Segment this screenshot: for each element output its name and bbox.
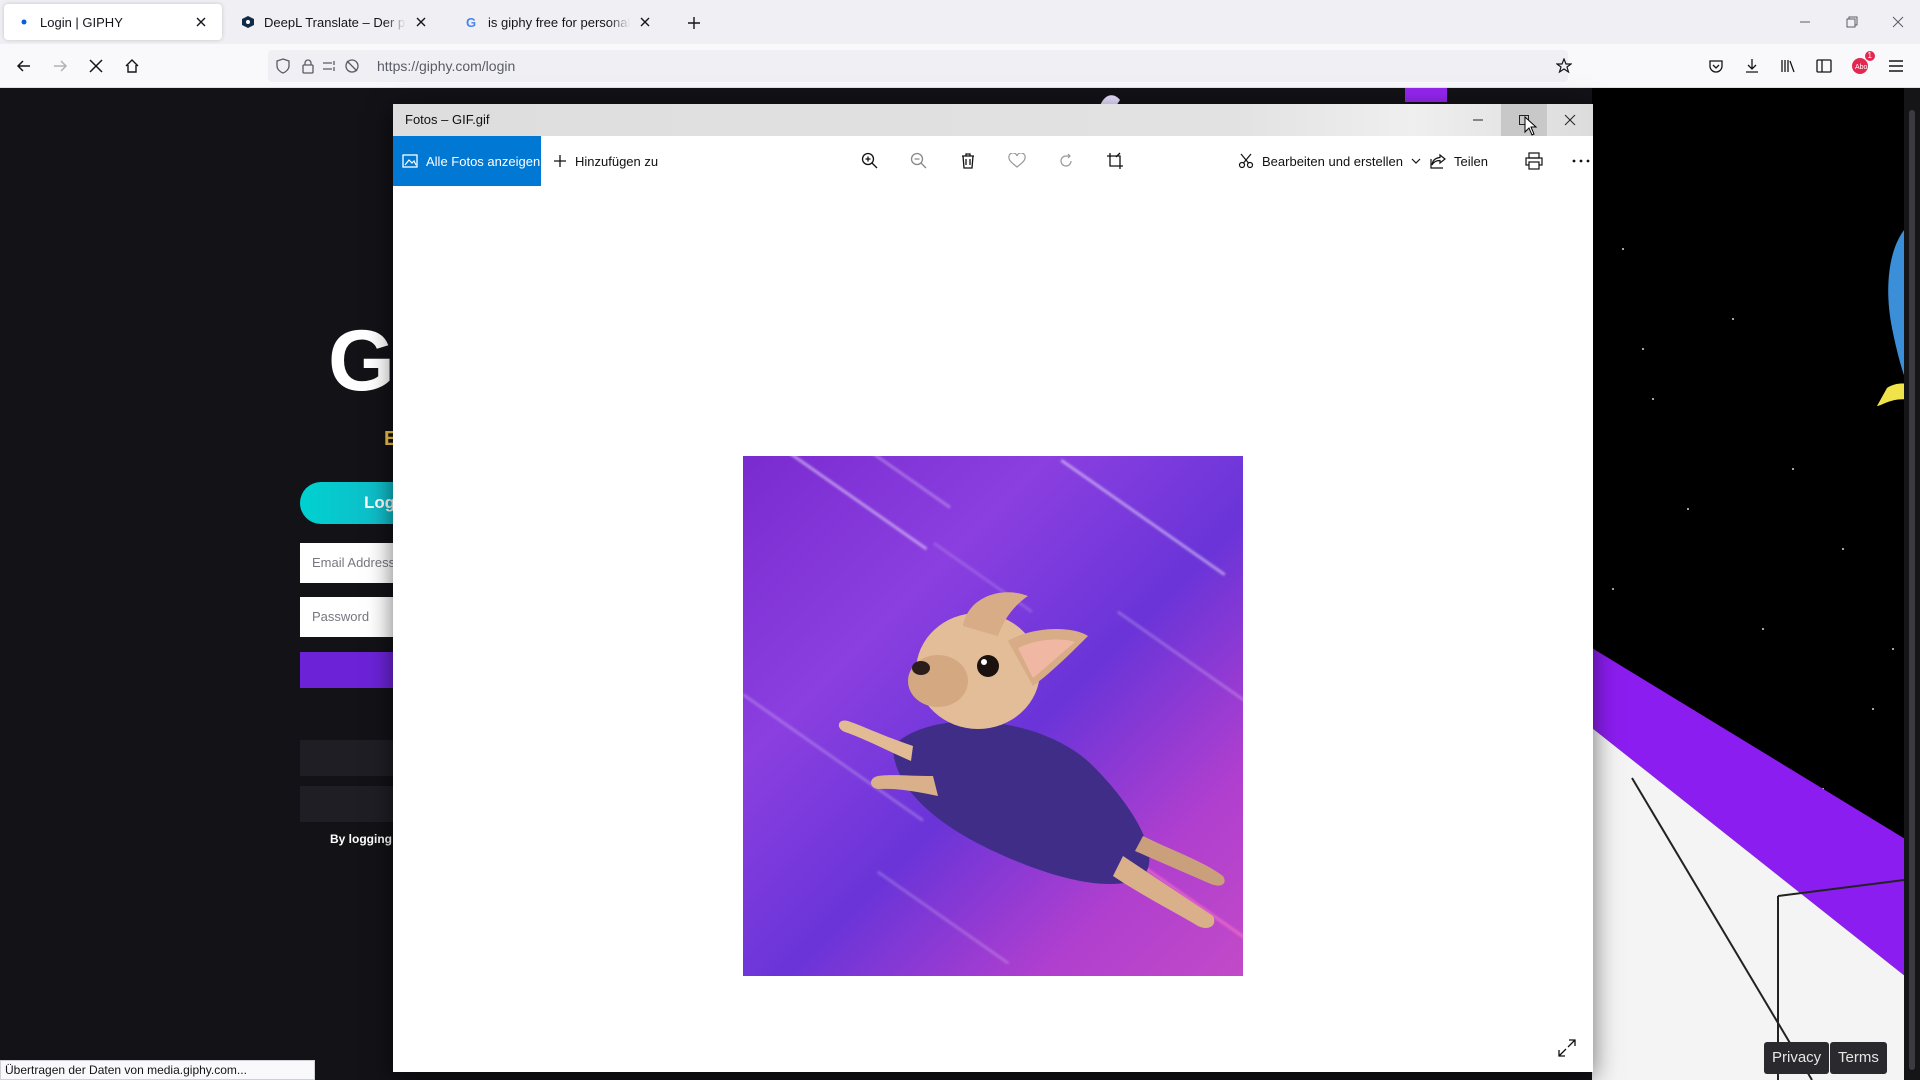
loading-dot-icon	[16, 14, 32, 30]
browser-close-icon[interactable]	[1886, 10, 1910, 34]
share-icon	[1430, 153, 1446, 169]
url-text[interactable]: https://giphy.com/login	[377, 58, 515, 74]
fullscreen-icon[interactable]	[1555, 1036, 1579, 1060]
deepl-logo-icon	[240, 14, 256, 30]
share-button[interactable]: Teilen	[1430, 136, 1488, 186]
giphy-logo: G	[328, 313, 395, 409]
delete-icon[interactable]	[956, 149, 980, 173]
close-tab-icon[interactable]	[192, 13, 210, 31]
share-label: Teilen	[1454, 153, 1488, 169]
edit-scissors-icon	[1238, 153, 1254, 169]
terms-link[interactable]: Terms	[1830, 1042, 1887, 1074]
bookmark-star-icon[interactable]	[1555, 57, 1573, 75]
pocket-icon[interactable]	[1704, 54, 1728, 78]
chevron-down-icon	[1411, 158, 1421, 164]
browser-status-bar: Übertragen der Daten von media.giphy.com…	[0, 1060, 315, 1080]
svg-text:G: G	[466, 15, 476, 29]
tracking-protection-shield-icon[interactable]	[274, 57, 292, 75]
close-tab-icon[interactable]	[636, 13, 654, 31]
tab-google-search[interactable]: G is giphy free for personal use - Googl…	[452, 4, 666, 40]
add-to-button[interactable]: Hinzufügen zu	[553, 136, 658, 186]
google-logo-icon: G	[464, 14, 480, 30]
tab-deepl[interactable]: DeepL Translate – Der präziseste Überset…	[228, 4, 442, 40]
back-arrow-icon[interactable]	[12, 54, 36, 78]
print-icon[interactable]	[1522, 149, 1546, 173]
library-icon[interactable]	[1776, 54, 1800, 78]
zoom-in-icon[interactable]	[858, 149, 882, 173]
edit-and-create-label: Bearbeiten und erstellen	[1262, 153, 1403, 169]
extension-avatar-icon[interactable]: Abo 1	[1848, 51, 1875, 78]
lock-icon[interactable]	[299, 57, 317, 75]
photo-gallery-icon	[402, 154, 418, 168]
tab-title: is giphy free for personal use - Google …	[488, 14, 630, 30]
extension-badge: 1	[1864, 51, 1875, 61]
scrollbar-thumb[interactable]	[1909, 110, 1915, 1070]
browser-nav-bar: https://giphy.com/login Abo 1	[0, 44, 1920, 88]
autoplay-blocked-icon[interactable]	[343, 57, 361, 75]
photos-close-icon[interactable]	[1547, 104, 1593, 136]
terms-notice: By logging	[330, 832, 392, 846]
edit-and-create-button[interactable]: Bearbeiten und erstellen	[1238, 136, 1421, 186]
browser-restore-icon[interactable]	[1840, 10, 1864, 34]
zoom-out-icon[interactable]	[907, 149, 931, 173]
all-photos-label: Alle Fotos anzeigen	[426, 153, 541, 169]
gif-image-flying-dog	[743, 456, 1243, 976]
crop-icon[interactable]	[1103, 149, 1127, 173]
photos-title-bar[interactable]: Fotos – GIF.gif	[393, 104, 1593, 136]
stop-loading-icon[interactable]	[84, 54, 108, 78]
photos-minimize-icon[interactable]	[1455, 104, 1501, 136]
forward-arrow-icon[interactable]	[48, 54, 72, 78]
tab-title: DeepL Translate – Der präziseste Überset…	[264, 14, 406, 30]
privacy-link[interactable]: Privacy	[1764, 1042, 1830, 1074]
sidebar-icon[interactable]	[1812, 54, 1836, 78]
more-icon[interactable]	[1569, 149, 1593, 173]
svg-text:Abo: Abo	[1855, 64, 1868, 71]
photos-toolbar: Alle Fotos anzeigen Hinzufügen zu Bearbe…	[393, 136, 1593, 186]
french-bulldog-illustration	[838, 592, 1225, 928]
plus-icon	[554, 155, 566, 167]
browser-minimize-icon[interactable]	[1793, 10, 1817, 34]
add-to-label: Hinzufügen zu	[575, 153, 659, 169]
tab-title: Login | GIPHY	[40, 14, 123, 30]
url-bar[interactable]: https://giphy.com/login	[268, 50, 1572, 82]
home-icon[interactable]	[120, 54, 144, 78]
photos-app-window: Fotos – GIF.gif Alle Fotos anzeigen Hinz…	[393, 104, 1593, 1072]
downloads-icon[interactable]	[1740, 54, 1764, 78]
page-scrollbar[interactable]	[1904, 88, 1920, 1080]
photos-window-title: Fotos – GIF.gif	[405, 112, 490, 127]
all-photos-button[interactable]: Alle Fotos anzeigen	[393, 136, 541, 186]
mouse-cursor-icon	[1524, 116, 1538, 136]
heart-icon[interactable]	[1005, 149, 1029, 173]
close-tab-icon[interactable]	[412, 13, 430, 31]
new-tab-plus-icon[interactable]	[683, 12, 705, 34]
space-illustration	[1592, 88, 1920, 1080]
app-menu-icon[interactable]	[1884, 54, 1908, 78]
rotate-icon[interactable]	[1054, 149, 1078, 173]
permissions-icon[interactable]	[321, 57, 339, 75]
tab-login-giphy[interactable]: Login | GIPHY	[4, 4, 222, 40]
browser-tab-bar: Login | GIPHY DeepL Translate – Der präz…	[0, 0, 1920, 44]
photo-canvas	[393, 186, 1593, 1072]
